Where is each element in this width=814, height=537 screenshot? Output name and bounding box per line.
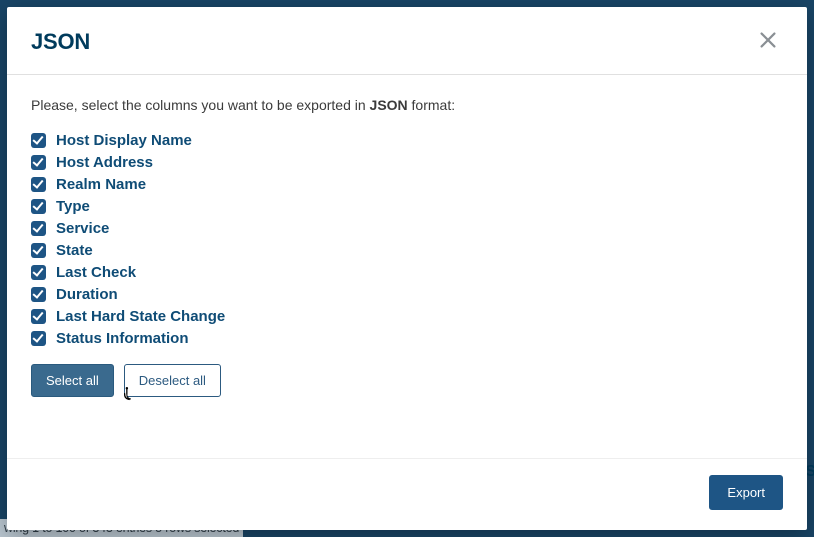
column-option[interactable]: Status Information [31,329,783,348]
column-option[interactable]: Last Check [31,263,783,282]
column-label[interactable]: Host Display Name [56,132,192,149]
instruction-suffix: format: [408,97,455,113]
column-checkbox[interactable] [31,133,46,148]
column-option[interactable]: Type [31,197,783,216]
column-option[interactable]: Host Display Name [31,131,783,150]
instruction-format: JSON [370,97,408,113]
column-checkbox[interactable] [31,221,46,236]
column-checkbox[interactable] [31,331,46,346]
modal-header: JSON [7,7,807,75]
column-checkbox[interactable] [31,265,46,280]
select-all-button[interactable]: Select all [31,364,114,397]
column-checkbox[interactable] [31,177,46,192]
column-label[interactable]: Type [56,198,90,215]
column-list: Host Display Name Host Address Realm Name T… [31,131,783,348]
column-label[interactable]: Service [56,220,109,237]
export-button[interactable]: Export [709,475,783,510]
column-option[interactable]: State [31,241,783,260]
modal-footer: Export [7,458,807,530]
modal-title: JSON [31,29,90,55]
column-label[interactable]: Last Check [56,264,136,281]
column-label[interactable]: State [56,242,93,259]
column-label[interactable]: Realm Name [56,176,146,193]
close-icon [757,29,779,54]
column-label[interactable]: Host Address [56,154,153,171]
column-option[interactable]: Service [31,219,783,238]
column-label[interactable]: Status Information [56,330,189,347]
column-checkbox[interactable] [31,287,46,302]
column-checkbox[interactable] [31,309,46,324]
column-label[interactable]: Last Hard State Change [56,308,225,325]
column-option[interactable]: Realm Name [31,175,783,194]
column-option[interactable]: Last Hard State Change [31,307,783,326]
export-json-modal: JSON Please, select the columns you want… [7,7,807,530]
column-checkbox[interactable] [31,243,46,258]
column-checkbox[interactable] [31,155,46,170]
instruction-text: Please, select the columns you want to b… [31,97,783,113]
select-actions: Select all Deselect all [31,364,783,397]
modal-body: Please, select the columns you want to b… [7,75,807,458]
column-label[interactable]: Duration [56,286,118,303]
close-button[interactable] [753,25,783,58]
column-option[interactable]: Host Address [31,153,783,172]
column-option[interactable]: Duration [31,285,783,304]
column-checkbox[interactable] [31,199,46,214]
deselect-all-button[interactable]: Deselect all [124,364,221,397]
instruction-prefix: Please, select the columns you want to b… [31,97,370,113]
